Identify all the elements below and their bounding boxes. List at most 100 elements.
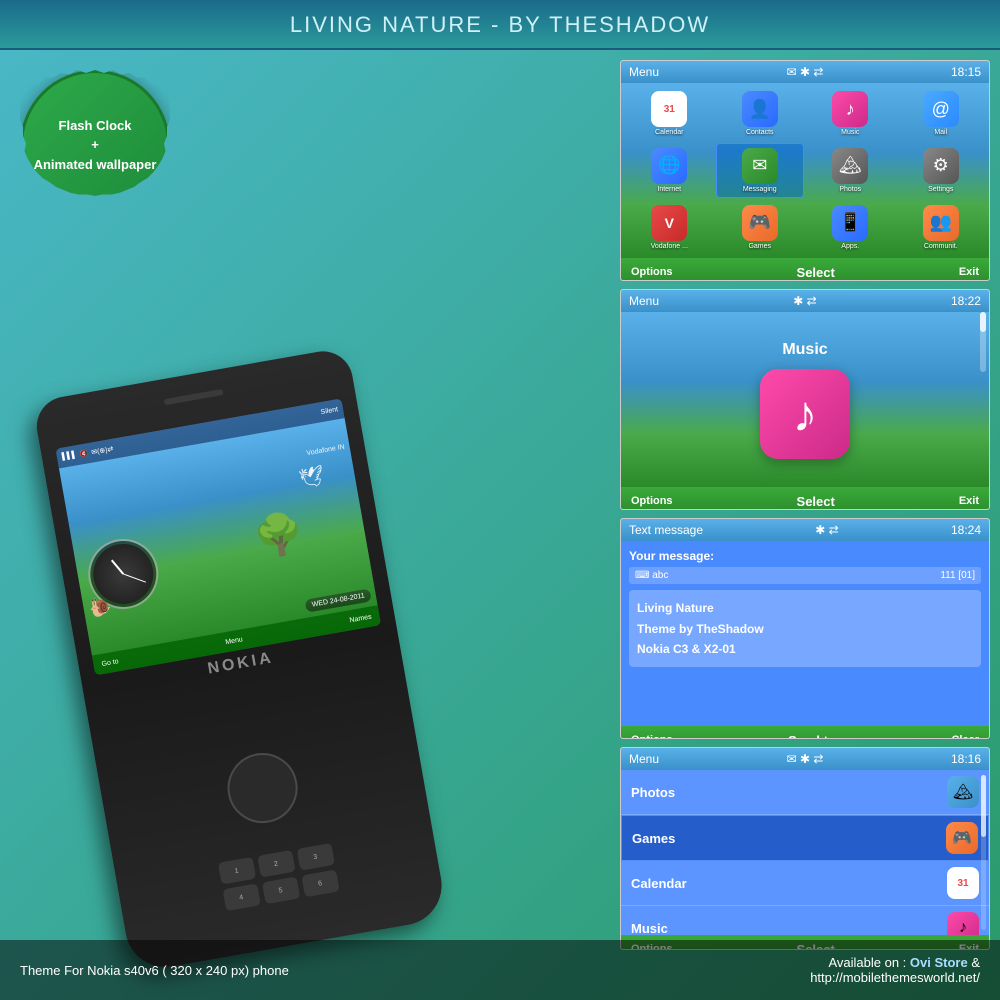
- list-photos-icon: 🏔: [947, 776, 979, 808]
- menu-item-apps[interactable]: 📱 Apps.: [806, 200, 895, 254]
- list-games-icon: 🎮: [946, 822, 978, 854]
- settings-label: Settings: [928, 186, 953, 193]
- music-screen-panel: Menu ✱ ⇄ 18:22 Music ♪ Options Select Ex…: [620, 289, 990, 510]
- phone-speaker: [164, 389, 224, 405]
- menu-screen-panel: Menu ✉ ✱ ⇄ 18:15 31 Calendar 👤 Contacts …: [620, 60, 990, 281]
- list-item-games[interactable]: Games 🎮: [621, 815, 989, 861]
- ovi-store-label: Ovi Store: [910, 955, 968, 970]
- text-screen-header: Text message ✱ ⇄ 18:24: [621, 519, 989, 541]
- internet-icon: 🌐: [651, 148, 687, 184]
- menu-label: Menu: [225, 636, 243, 646]
- key-3[interactable]: 3: [296, 843, 334, 871]
- menu-screen-title: Menu: [629, 65, 659, 79]
- list-calendar-icon: 31: [947, 867, 979, 899]
- menu-item-vodafone[interactable]: V Vodafone ...: [625, 200, 714, 254]
- menu-item-games[interactable]: 🎮 Games: [716, 200, 805, 254]
- menu-screen-header: Menu ✉ ✱ ⇄ 18:15: [621, 61, 989, 83]
- list-item-calendar[interactable]: Calendar 31: [621, 861, 989, 906]
- music-label: Music: [841, 129, 859, 136]
- list-item-music[interactable]: Music ♪: [621, 906, 989, 935]
- music-options-button[interactable]: Options: [631, 495, 673, 507]
- menu-item-music[interactable]: ♪ Music: [806, 87, 895, 141]
- key-6[interactable]: 6: [301, 870, 339, 898]
- key-5[interactable]: 5: [261, 877, 299, 905]
- music-exit-button[interactable]: Exit: [959, 495, 979, 507]
- flash-badge-text: Flash Clock + Animated wallpaper: [24, 106, 167, 185]
- phone-keypad: 1 2 3 4 5 6: [136, 829, 421, 931]
- menu-exit-button[interactable]: Exit: [959, 266, 979, 278]
- phone-dpad[interactable]: [222, 747, 303, 828]
- photos-label: Photos: [839, 186, 861, 193]
- key-1[interactable]: 1: [217, 857, 255, 885]
- bottom-left-text: Theme For Nokia s40v6 ( 320 x 240 px) ph…: [20, 963, 289, 978]
- page-title: LIVING NATURE - BY THESHADOW: [290, 12, 710, 37]
- text-sendto-button[interactable]: Send to: [788, 733, 836, 740]
- menu-options-button[interactable]: Options: [631, 266, 673, 278]
- menu-select-button[interactable]: Select: [797, 265, 835, 280]
- text-screen-time: 18:24: [951, 523, 981, 537]
- menu-item-mail[interactable]: @ Mail: [897, 87, 986, 141]
- menu-item-community[interactable]: 👥 Communit.: [897, 200, 986, 254]
- games-icon: 🎮: [742, 205, 778, 241]
- apps-icon: 📱: [832, 205, 868, 241]
- list-photos-label: Photos: [631, 785, 947, 800]
- status-icons: ✉(⊕)⇄: [91, 445, 114, 457]
- list-music-icon: ♪: [947, 912, 979, 935]
- message-line-3: Nokia C3 & X2-01: [637, 639, 973, 659]
- list-body: Photos 🏔 Games 🎮 Calendar 31 Music ♪: [621, 770, 989, 935]
- apps-label: Apps.: [841, 243, 859, 250]
- hour-hand: [111, 560, 124, 575]
- text-screen-panel: Text message ✱ ⇄ 18:24 Your message: ⌨ a…: [620, 518, 990, 739]
- key-4[interactable]: 4: [222, 884, 260, 912]
- menu-item-internet[interactable]: 🌐 Internet: [625, 143, 714, 199]
- menu-item-messaging[interactable]: ✉ Messaging: [716, 143, 805, 199]
- contacts-icon: 👤: [742, 91, 778, 127]
- your-message-label: Your message:: [629, 549, 981, 563]
- music-body: Music ♪: [621, 312, 989, 487]
- list-header-icons: ✉ ✱ ⇄: [787, 752, 824, 766]
- music-header-icons: ✱ ⇄: [793, 294, 816, 308]
- music-screen-header: Menu ✱ ⇄ 18:22: [621, 290, 989, 312]
- message-line-1: Living Nature: [637, 598, 973, 618]
- list-scrollbar-thumb: [981, 775, 986, 837]
- menu-item-calendar[interactable]: 31 Calendar: [625, 87, 714, 141]
- text-clear-button[interactable]: Clear: [951, 734, 979, 739]
- menu-grid: 31 Calendar 👤 Contacts ♪ Music @ Mail 🌐: [621, 83, 989, 258]
- key-2[interactable]: 2: [257, 850, 295, 878]
- contacts-label: Contacts: [746, 129, 774, 136]
- text-screen-title: Text message: [629, 523, 703, 537]
- list-item-photos[interactable]: Photos 🏔: [621, 770, 989, 815]
- community-icon: 👥: [923, 205, 959, 241]
- message-line-2: Theme by TheShadow: [637, 619, 973, 639]
- list-scrollbar: [981, 775, 986, 930]
- title-bar: LIVING NATURE - BY THESHADOW: [0, 0, 1000, 50]
- music-select-button[interactable]: Select: [797, 494, 835, 509]
- calendar-label: Calendar: [655, 129, 683, 136]
- phone-mockup: ▌▌▌ 🔇 ✉(⊕)⇄ Silent Vodafone IN 🕊: [30, 270, 410, 950]
- settings-icon: ⚙: [923, 148, 959, 184]
- list-screen-header: Menu ✉ ✱ ⇄ 18:16: [621, 748, 989, 770]
- right-side: Menu ✉ ✱ ⇄ 18:15 31 Calendar 👤 Contacts …: [620, 50, 1000, 960]
- menu-item-photos[interactable]: 🏔 Photos: [806, 143, 895, 199]
- menu-item-contacts[interactable]: 👤 Contacts: [716, 87, 805, 141]
- games-label: Games: [748, 243, 771, 250]
- photos-icon: 🏔: [832, 148, 868, 184]
- music-screen-title: Menu: [629, 294, 659, 308]
- tree-icon: 🌳: [250, 507, 313, 594]
- text-options-button[interactable]: Options: [631, 734, 673, 739]
- music-icon: ♪: [832, 91, 868, 127]
- bottom-url: http://mobilethemesworld.net/: [810, 970, 980, 985]
- music-screen-time: 18:22: [951, 294, 981, 308]
- bird-icon: 🕊: [297, 463, 326, 492]
- calendar-icon: 31: [651, 91, 687, 127]
- mail-icon: @: [923, 91, 959, 127]
- menu-footer: Options Select Exit: [621, 258, 989, 281]
- messaging-icon: ✉: [742, 148, 778, 184]
- vodafone-label: Vodafone ...: [651, 243, 688, 250]
- vodafone-icon: V: [651, 205, 687, 241]
- menu-item-settings[interactable]: ⚙ Settings: [897, 143, 986, 199]
- goto-label: Go to: [101, 658, 119, 668]
- network-name: Silent: [320, 406, 338, 416]
- text-input-bar: ⌨ abc 111 [01]: [629, 567, 981, 584]
- flash-badge: Flash Clock + Animated wallpaper: [20, 70, 170, 220]
